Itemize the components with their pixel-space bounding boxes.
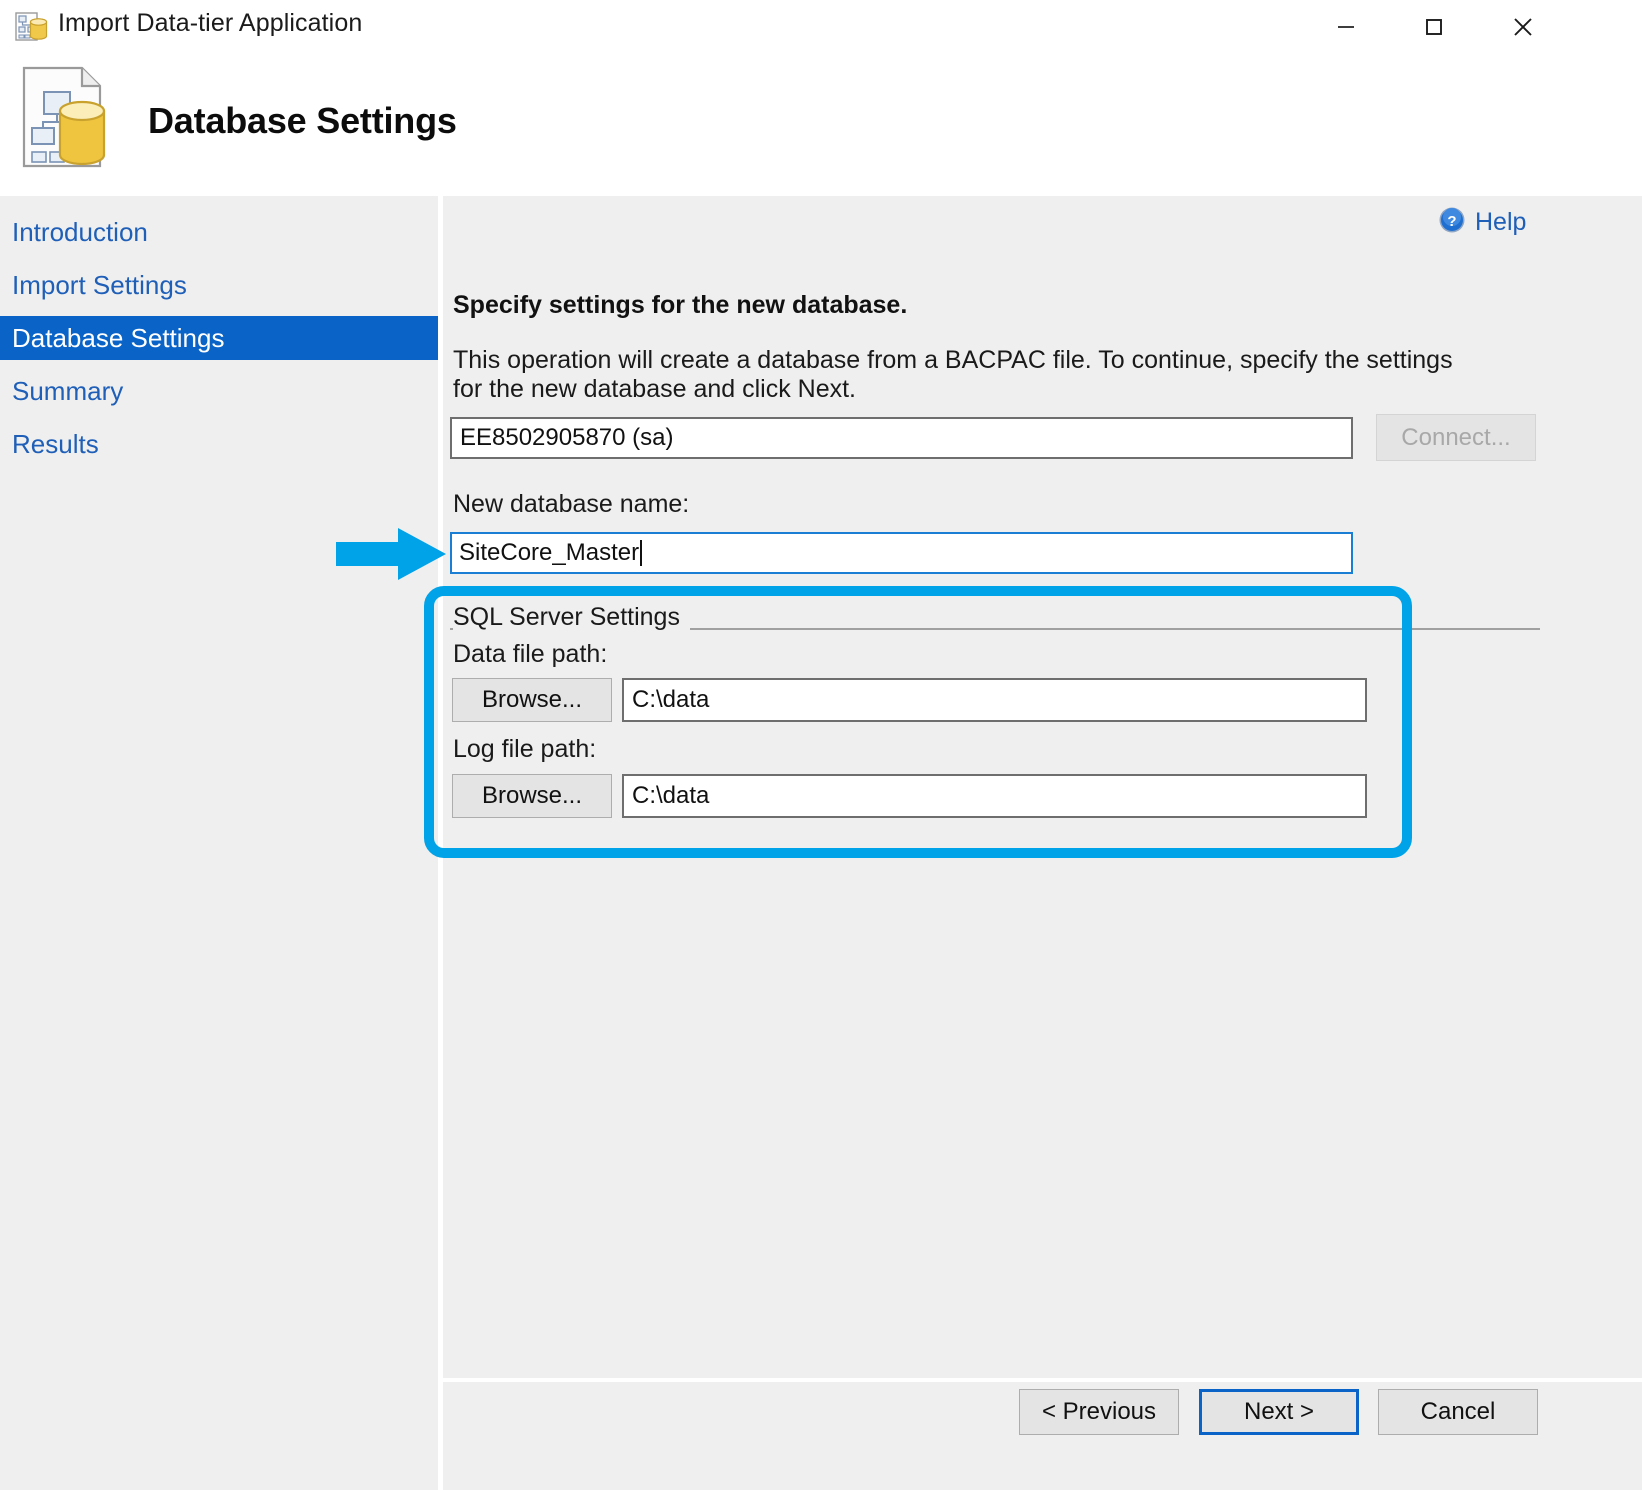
- new-database-name-input[interactable]: SiteCore_Master: [450, 532, 1353, 574]
- sidebar-item-label: Introduction: [12, 216, 148, 247]
- page-header: Database Settings: [0, 56, 1642, 196]
- close-icon[interactable]: [1489, 0, 1557, 54]
- cancel-button[interactable]: Cancel: [1378, 1389, 1538, 1435]
- description-text: This operation will create a database fr…: [453, 346, 1453, 404]
- data-file-browse-button[interactable]: Browse...: [452, 678, 612, 722]
- log-file-path-input[interactable]: C:\data: [622, 774, 1367, 818]
- window-title: Import Data-tier Application: [58, 9, 363, 37]
- data-file-browse-label: Browse...: [481, 686, 583, 713]
- connect-button-label: Connect...: [1401, 423, 1511, 451]
- log-file-path-label: Log file path:: [453, 735, 597, 763]
- data-file-path-input[interactable]: C:\data: [622, 678, 1367, 722]
- new-database-name-value: SiteCore_Master: [459, 539, 640, 566]
- sidebar-item-results[interactable]: Results: [0, 422, 438, 466]
- log-file-browse-label: Browse...: [481, 782, 583, 809]
- log-file-browse-button[interactable]: Browse...: [452, 774, 612, 818]
- next-button-label: Next >: [1243, 1398, 1315, 1425]
- sidebar-item-label: Results: [12, 428, 99, 459]
- minimize-icon[interactable]: [1312, 0, 1380, 54]
- data-file-path-value: C:\data: [632, 686, 710, 713]
- import-data-tier-application-window: Import Data-tier Application Database Se…: [0, 0, 1642, 1490]
- next-button[interactable]: Next >: [1199, 1389, 1359, 1435]
- previous-button[interactable]: < Previous: [1019, 1389, 1179, 1435]
- maximize-icon[interactable]: [1400, 0, 1468, 54]
- log-file-path-value: C:\data: [632, 782, 710, 809]
- sql-server-settings-legend: SQL Server Settings: [453, 603, 690, 632]
- title-bar: Import Data-tier Application: [0, 0, 1642, 56]
- data-tier-app-icon: [14, 10, 50, 46]
- help-circle-icon: ?: [1438, 206, 1466, 239]
- new-database-name-label: New database name:: [453, 490, 690, 518]
- sidebar-item-label: Database Settings: [12, 322, 225, 353]
- page-title: Database Settings: [148, 100, 457, 141]
- sidebar-item-database-settings[interactable]: Database Settings: [0, 316, 438, 360]
- sidebar-item-label: Import Settings: [12, 269, 187, 300]
- data-file-path-label: Data file path:: [453, 640, 608, 668]
- server-connection-field[interactable]: EE8502905870 (sa): [450, 417, 1353, 459]
- server-connection-value: EE8502905870 (sa): [460, 424, 674, 451]
- svg-text:?: ?: [1447, 213, 1456, 230]
- sidebar-item-label: Summary: [12, 375, 124, 406]
- lead-text: Specify settings for the new database.: [453, 291, 908, 319]
- sidebar-item-import-settings[interactable]: Import Settings: [0, 263, 438, 307]
- sidebar-item-introduction[interactable]: Introduction: [0, 210, 438, 254]
- previous-button-label: < Previous: [1041, 1398, 1157, 1425]
- wizard-sidebar: Introduction Import Settings Database Se…: [0, 196, 438, 1490]
- help-link[interactable]: ? Help: [1438, 206, 1526, 239]
- help-label: Help: [1475, 208, 1527, 236]
- database-settings-icon: [18, 64, 122, 174]
- connect-button: Connect...: [1376, 414, 1536, 461]
- text-caret: [640, 540, 643, 566]
- cancel-button-label: Cancel: [1420, 1398, 1496, 1425]
- sidebar-item-summary[interactable]: Summary: [0, 369, 438, 413]
